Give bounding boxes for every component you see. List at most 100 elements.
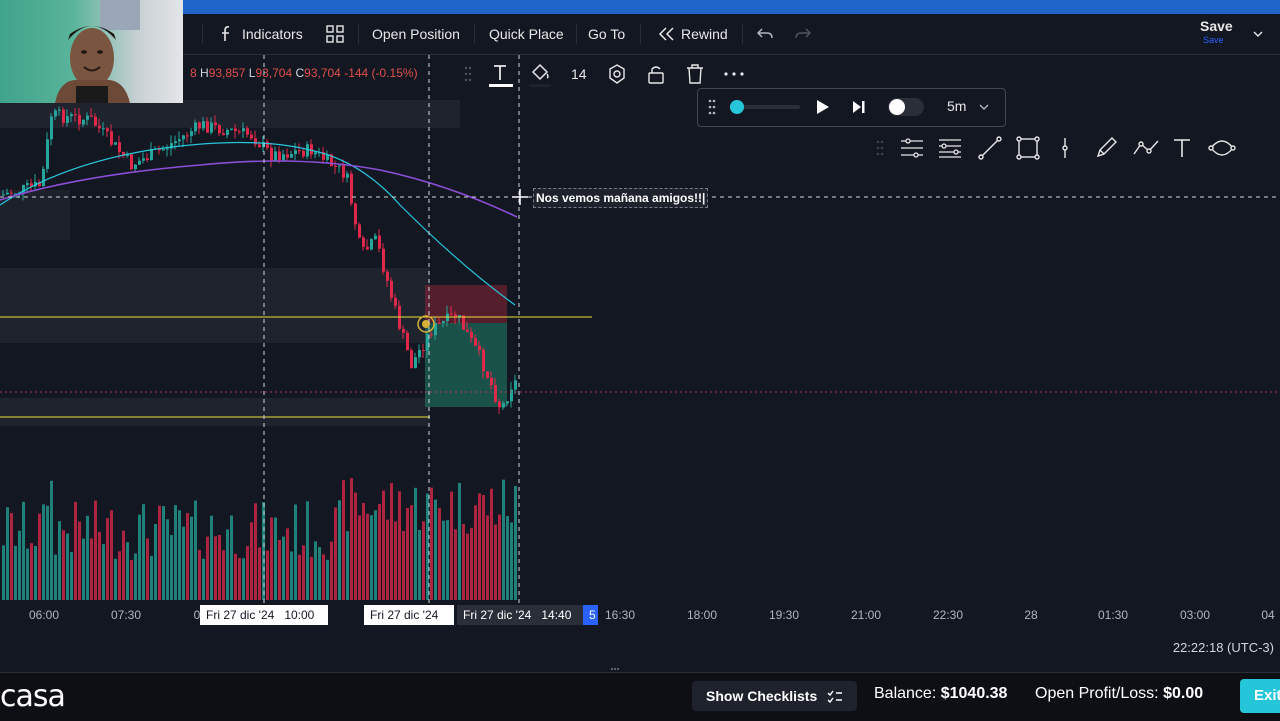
cursor-cross xyxy=(512,189,528,205)
candle-body xyxy=(230,128,233,130)
candle-body xyxy=(422,350,425,352)
volume-bar xyxy=(306,501,309,600)
pl-label: Open Profit/Loss: xyxy=(1035,685,1159,702)
volume-bar xyxy=(506,516,509,600)
volume-bar xyxy=(190,516,193,600)
volume-bar xyxy=(494,524,497,600)
time-label: 22:30 xyxy=(932,608,964,622)
candle-body xyxy=(478,345,481,350)
candle-body xyxy=(506,401,509,404)
candle-body xyxy=(306,144,309,157)
volume-bar xyxy=(66,533,69,600)
candle-body xyxy=(374,235,377,240)
volume-bar xyxy=(358,515,361,600)
volume-bar xyxy=(94,500,97,600)
volume-bar xyxy=(62,530,65,600)
show-checklists-button[interactable]: Show Checklists xyxy=(692,681,858,711)
candle-body xyxy=(414,357,417,369)
redo-icon[interactable] xyxy=(794,26,812,42)
volume-bar xyxy=(478,493,481,600)
crosshair-time-label: Fri 27 dic '24 10:00 xyxy=(200,605,328,625)
candle-body xyxy=(362,237,365,247)
show-checklists-label: Show Checklists xyxy=(706,688,818,704)
volume-bar xyxy=(218,534,221,600)
candle-body xyxy=(486,371,489,378)
volume-layer xyxy=(2,478,517,600)
volume-bar xyxy=(366,513,369,600)
candle-body xyxy=(74,114,77,116)
chevron-down-icon[interactable] xyxy=(1253,30,1263,38)
candle-body xyxy=(2,194,5,196)
candle-body xyxy=(250,134,253,139)
volume-bar xyxy=(274,517,277,600)
candle-body xyxy=(134,164,137,170)
toolbar-separator xyxy=(640,24,641,44)
candle-body xyxy=(286,154,289,158)
candle-body xyxy=(66,116,69,123)
volume-bar xyxy=(34,546,37,600)
toolbar-separator xyxy=(358,24,359,44)
volume-bar xyxy=(150,555,153,600)
volume-bar xyxy=(374,510,377,600)
rewind-button[interactable]: Rewind xyxy=(681,14,728,54)
candle-body xyxy=(210,122,213,133)
volume-bar xyxy=(70,552,73,600)
go-to-button[interactable]: Go To xyxy=(588,14,625,54)
volume-bar xyxy=(350,478,353,600)
candle-body xyxy=(334,165,337,167)
volume-bar xyxy=(238,558,241,600)
candle-body xyxy=(162,149,165,151)
indicators-button[interactable]: Indicators xyxy=(242,14,303,54)
volume-bar xyxy=(74,501,77,600)
volume-bar xyxy=(134,553,137,600)
volume-bar xyxy=(346,531,349,600)
candle-body xyxy=(178,139,181,142)
candle-body xyxy=(46,139,49,169)
time-label: 01:30 xyxy=(1097,608,1129,622)
candle-body xyxy=(98,125,101,129)
chart-annotation-text[interactable]: Nos vemos mañana amigos!!| xyxy=(533,188,709,208)
volume-bar xyxy=(466,533,469,600)
volume-bar xyxy=(154,523,157,600)
exit-button[interactable]: Exit xyxy=(1240,679,1280,713)
candle-body xyxy=(490,377,493,386)
candle-body xyxy=(394,297,397,306)
volume-bar xyxy=(430,487,433,600)
volume-bar xyxy=(330,541,333,600)
candle-body xyxy=(102,128,105,130)
candle-body xyxy=(294,150,297,155)
quick-place-button[interactable]: Quick Place xyxy=(489,14,564,54)
volume-bar xyxy=(222,550,225,600)
candle-body xyxy=(226,129,229,135)
candle-body xyxy=(106,128,109,132)
candle-body xyxy=(382,248,385,272)
ma-slow-line xyxy=(0,160,518,218)
time-label: 28 xyxy=(1024,608,1038,622)
function-icon[interactable] xyxy=(218,24,234,44)
clock-timezone[interactable]: 22:22:18 (UTC-3) xyxy=(1173,640,1274,655)
volume-bar xyxy=(242,558,245,600)
time-label: 21:00 xyxy=(850,608,882,622)
candle-body xyxy=(482,349,485,372)
candle-body xyxy=(270,147,273,161)
candle-body xyxy=(42,168,45,187)
candle-body xyxy=(78,114,81,125)
candle-body xyxy=(114,142,117,145)
save-button[interactable]: Save xyxy=(1200,16,1233,36)
volume-bar xyxy=(146,538,149,600)
volume-bar xyxy=(282,536,285,600)
crosshair-time-label: Fri 27 dic '24 xyxy=(364,605,454,625)
rewind-icon[interactable] xyxy=(658,27,676,41)
price-chart[interactable] xyxy=(0,55,1280,603)
grid-layout-icon[interactable] xyxy=(326,25,344,43)
volume-bar xyxy=(54,554,57,600)
candle-body xyxy=(438,322,441,324)
volume-bar xyxy=(290,551,293,600)
volume-bar xyxy=(126,542,129,600)
open-position-button[interactable]: Open Position xyxy=(372,14,460,54)
undo-icon[interactable] xyxy=(756,26,774,42)
top-toolbar: Indicators Open Position Quick Place Go … xyxy=(0,14,1280,55)
candle-body xyxy=(474,338,477,346)
volume-bar xyxy=(86,515,89,600)
volume-bar xyxy=(46,505,49,600)
